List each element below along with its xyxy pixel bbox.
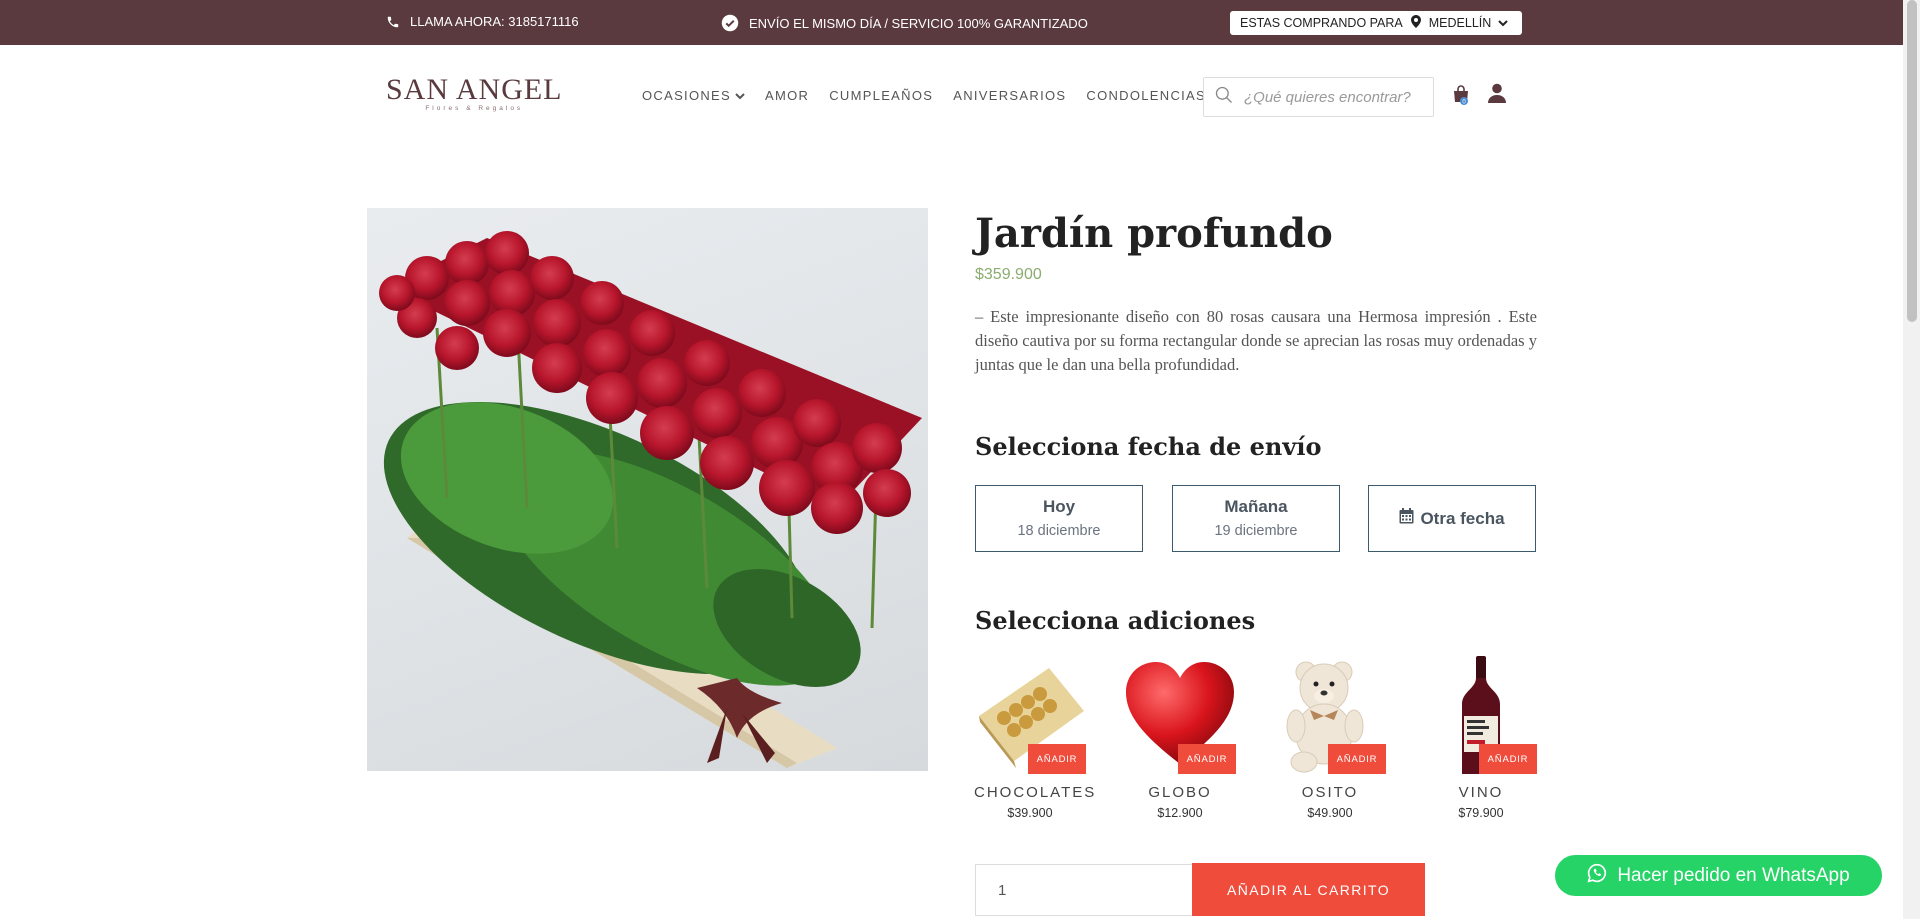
city-name: MEDELLÍN: [1428, 16, 1492, 30]
city-selector[interactable]: ESTAS COMPRANDO PARA MEDELLÍN: [1230, 11, 1522, 35]
date-option-sub: 18 diciembre: [1017, 523, 1101, 539]
product-price: $359.900: [975, 266, 1042, 283]
phone-contact[interactable]: LLAMA AHORA: 3185171116: [386, 14, 579, 29]
promise-text: ENVÍO EL MISMO DÍA / SERVICIO 100% GARAN…: [749, 15, 1088, 31]
top-bar: LLAMA AHORA: 3185171116 ENVÍO EL MISMO D…: [0, 0, 1903, 45]
date-option-label: Otra fecha: [1420, 508, 1505, 528]
addon-name: VINO: [1458, 784, 1504, 801]
rose-box-photo: [379, 231, 922, 768]
addon-image: AÑADIR: [1124, 656, 1236, 774]
user-account-icon[interactable]: [1488, 83, 1506, 108]
add-addon-button[interactable]: AÑADIR: [1028, 744, 1086, 774]
site-header: SAN ANGEL Flores & Regalos OCASIONES AMO…: [0, 45, 1903, 145]
nav-item-cumpleanos[interactable]: CUMPLEAÑOS: [829, 88, 933, 103]
addon-vino: AÑADIR VINO $79.900: [1425, 656, 1537, 820]
city-prefix: ESTAS COMPRANDO PARA: [1240, 16, 1403, 30]
logo-brand: SAN ANGEL: [386, 73, 563, 106]
addon-chocolates: AÑADIR CHOCOLATES $39.900: [974, 656, 1097, 820]
nav-label: OCASIONES: [642, 88, 731, 103]
whatsapp-order-button[interactable]: Hacer pedido en WhatsApp: [1555, 855, 1882, 896]
delivery-promise: ENVÍO EL MISMO DÍA / SERVICIO 100% GARAN…: [721, 14, 1088, 32]
delivery-date-title: Selecciona fecha de envío: [975, 432, 1322, 461]
addon-price: $39.900: [1007, 806, 1053, 820]
nav-item-ocasiones[interactable]: OCASIONES: [642, 88, 745, 103]
nav-item-aniversarios[interactable]: ANIVERSARIOS: [953, 88, 1066, 103]
product-title: Jardín profundo: [975, 210, 1333, 257]
addon-image: AÑADIR: [1274, 656, 1386, 774]
search-icon[interactable]: [1214, 85, 1234, 110]
whatsapp-label: Hacer pedido en WhatsApp: [1617, 864, 1850, 886]
search-box: [1203, 77, 1434, 117]
date-option-other[interactable]: Otra fecha: [1368, 485, 1536, 552]
product-image[interactable]: [367, 208, 928, 771]
addon-image: AÑADIR: [1425, 656, 1537, 774]
date-option-label: Mañana: [1224, 497, 1288, 516]
date-option-sub: 19 diciembre: [1214, 523, 1298, 539]
addon-globo: AÑADIR GLOBO $12.900: [1124, 656, 1236, 820]
addon-price: $49.900: [1307, 806, 1353, 820]
addon-name: CHOCOLATES: [974, 784, 1097, 801]
quantity-input[interactable]: [975, 864, 1193, 916]
date-option-label: Hoy: [1042, 497, 1076, 516]
site-logo[interactable]: SAN ANGEL Flores & Regalos: [386, 73, 563, 112]
date-option-tomorrow[interactable]: Mañana 19 diciembre: [1172, 485, 1340, 552]
addon-name: GLOBO: [1148, 784, 1212, 801]
map-pin-icon: [1410, 15, 1421, 31]
add-addon-button[interactable]: AÑADIR: [1479, 744, 1537, 774]
page-scrollbar[interactable]: [1903, 0, 1920, 919]
scrollbar-thumb[interactable]: [1907, 0, 1917, 322]
main-nav: OCASIONES AMOR CUMPLEAÑOS ANIVERSARIOS C…: [642, 88, 1206, 103]
add-addon-button[interactable]: AÑADIR: [1178, 744, 1236, 774]
addons-title: Selecciona adiciones: [975, 606, 1256, 635]
product-description: – Este impresionante diseño con 80 rosas…: [975, 307, 1537, 374]
add-to-cart-button[interactable]: AÑADIR AL CARRITO: [1192, 863, 1425, 916]
addon-name: OSITO: [1301, 784, 1359, 801]
add-addon-button[interactable]: AÑADIR: [1328, 744, 1386, 774]
whatsapp-icon: [1587, 863, 1607, 889]
nav-item-amor[interactable]: AMOR: [765, 88, 809, 103]
calendar-icon: [1399, 508, 1414, 529]
phone-text: LLAMA AHORA: 3185171116: [410, 14, 579, 29]
addon-image: AÑADIR: [974, 656, 1086, 774]
addon-price: $79.900: [1458, 806, 1504, 820]
date-option-today[interactable]: Hoy 18 diciembre: [975, 485, 1143, 552]
chevron-down-icon: [1498, 16, 1509, 30]
search-input[interactable]: [1244, 88, 1424, 106]
chevron-down-icon: [735, 92, 745, 103]
check-circle-icon: [721, 14, 739, 32]
nav-item-condolencias[interactable]: CONDOLENCIAS: [1086, 88, 1206, 103]
addon-price: $12.900: [1157, 806, 1203, 820]
cart-icon[interactable]: 0: [1452, 84, 1470, 111]
phone-icon: [386, 15, 400, 29]
addon-osito: AÑADIR OSITO $49.900: [1274, 656, 1386, 820]
